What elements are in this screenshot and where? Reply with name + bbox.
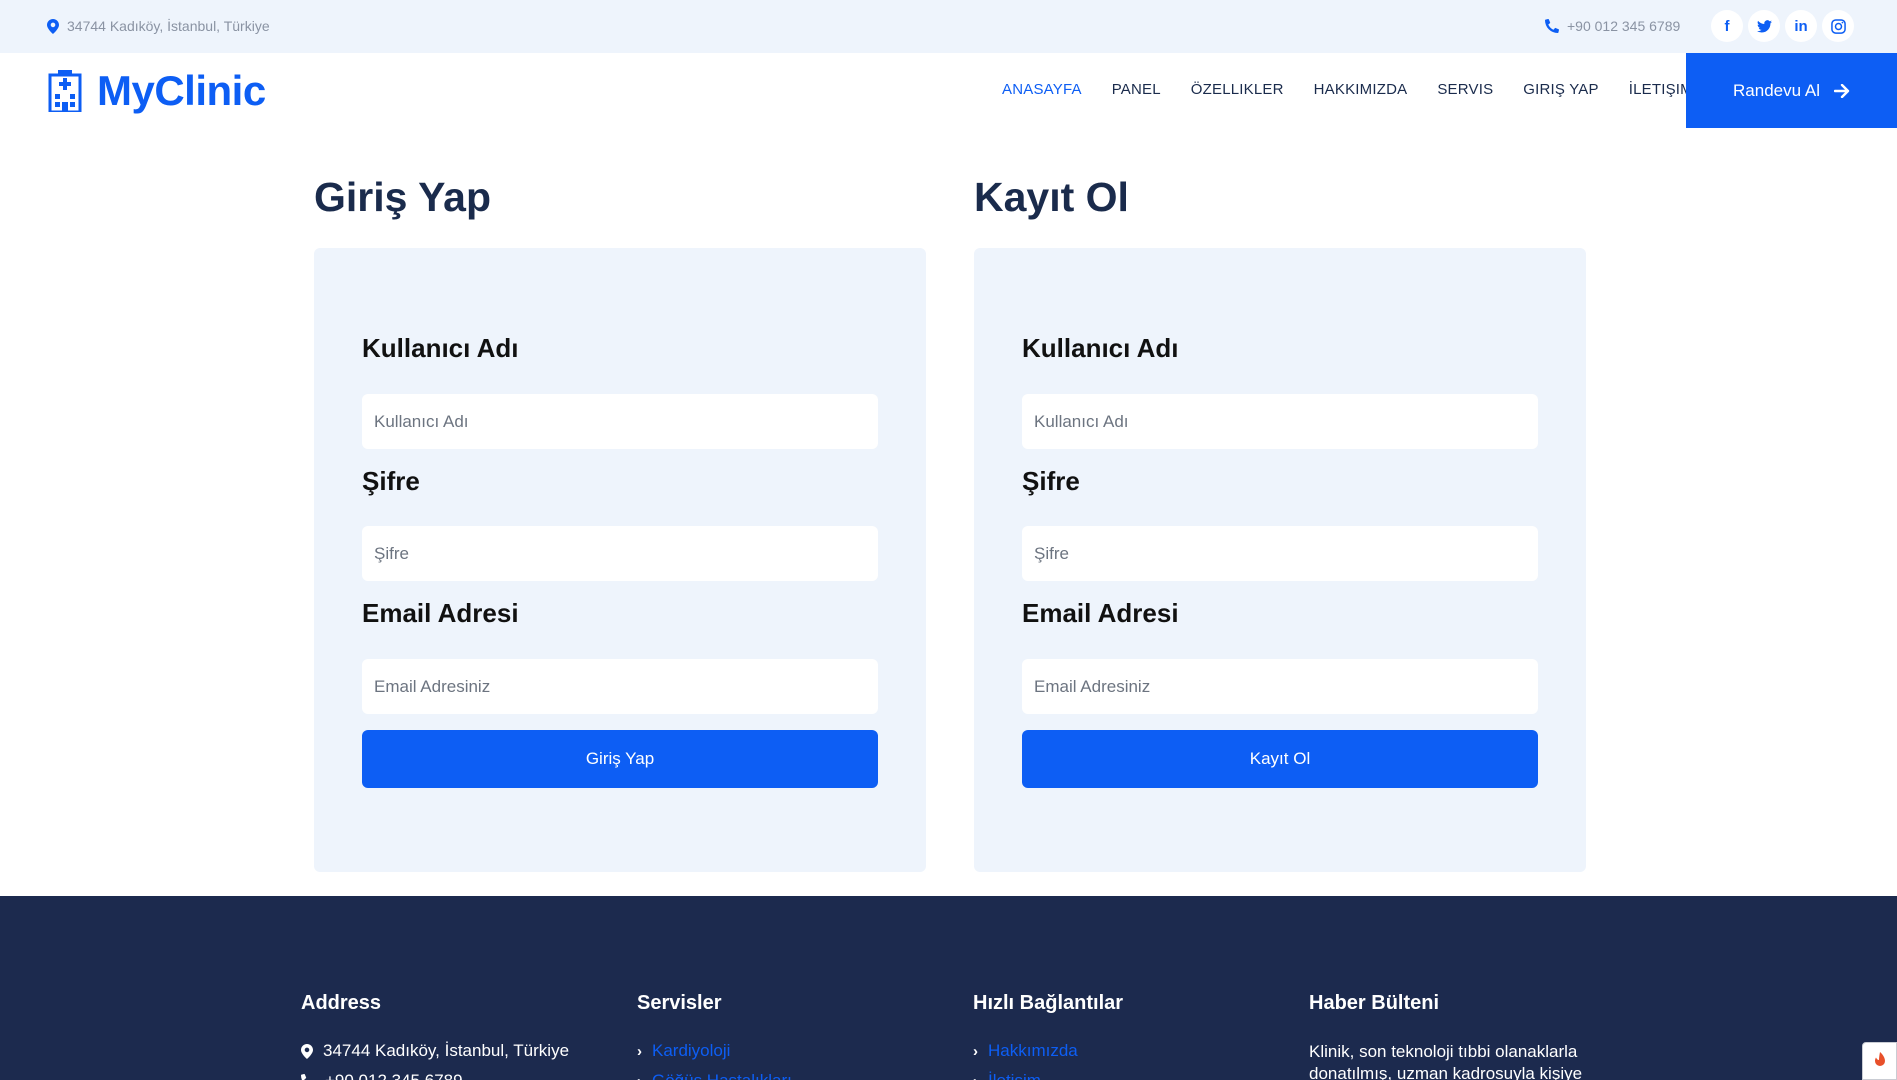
social-links: f in [1711, 10, 1854, 42]
chevron-right-icon: › [973, 1073, 978, 1080]
footer-newsletter-title: Haber Bülteni [1309, 992, 1440, 1014]
hospital-icon [48, 70, 82, 112]
appointment-button-label: Randevu Al [1733, 80, 1820, 100]
appointment-button[interactable]: Randevu Al [1686, 53, 1897, 128]
twitter-icon[interactable] [1748, 10, 1780, 42]
top-address: 34744 Kadıköy, İstanbul, Türkiye [47, 18, 270, 34]
register-password-input[interactable]: Şifre [1022, 526, 1538, 581]
phone-icon [301, 1074, 307, 1080]
footer-service-link[interactable]: › Kardiyoloji [637, 1041, 792, 1061]
register-submit-button[interactable]: Kayıt Ol [1022, 730, 1538, 788]
logo-text: MyClinic [97, 67, 266, 114]
footer-phone: +90 012 345 6789 [301, 1071, 569, 1080]
footer-newsletter-text: Klinik, son teknoloji tıbbi olanaklarla … [1309, 1042, 1583, 1080]
register-title: Kayıt Ol [974, 174, 1129, 220]
register-email-label: Email Adresi [1022, 598, 1179, 628]
chevron-right-icon: › [637, 1042, 642, 1060]
footer-service-label: Kardiyoloji [652, 1041, 731, 1060]
login-title: Giriş Yap [314, 174, 492, 220]
register-email-input[interactable]: Email Adresiniz [1022, 659, 1538, 714]
main-nav: MyClinic ANASAYFA PANEL ÖZELLIKLER HAKKI… [0, 53, 1897, 128]
footer-service-label: Göğüs Hastalıkları [652, 1071, 792, 1080]
phone-icon [1545, 19, 1559, 33]
flame-icon[interactable] [1862, 1042, 1897, 1080]
footer-quick-link[interactable]: › Hakkımızda [973, 1041, 1123, 1061]
footer-address: 34744 Kadıköy, İstanbul, Türkiye [301, 1041, 569, 1061]
nav-item-hakkimizda[interactable]: HAKKIMIZDA [1314, 81, 1408, 98]
footer-quick-link-label: İletişim [988, 1071, 1041, 1080]
footer-newsletter-column: Haber Bülteni Klinik, son teknoloji tıbb… [1309, 992, 1599, 1080]
top-phone-text: +90 012 345 6789 [1567, 18, 1681, 34]
footer-links-column: Hızlı Bağlantılar › Hakkımızda › İletişi… [973, 992, 1123, 1080]
register-card: Kullanıcı Adı Kullanıcı Adı Şifre Şifre … [974, 248, 1586, 872]
register-username-label: Kullanıcı Adı [1022, 333, 1179, 363]
footer-service-link[interactable]: › Göğüs Hastalıkları [637, 1071, 792, 1080]
login-submit-button[interactable]: Giriş Yap [362, 730, 878, 788]
nav-item-servis[interactable]: SERVIS [1437, 81, 1493, 98]
chevron-right-icon: › [637, 1073, 642, 1080]
nav-menu: ANASAYFA PANEL ÖZELLIKLER HAKKIMIZDA SER… [1002, 81, 1723, 98]
location-pin-icon [301, 1043, 313, 1059]
nav-item-anasayfa[interactable]: ANASAYFA [1002, 81, 1082, 98]
footer-address-column: Address 34744 Kadıköy, İstanbul, Türkiye… [301, 992, 569, 1080]
logo[interactable]: MyClinic [47, 67, 266, 115]
footer-quick-link-label: Hakkımızda [988, 1041, 1078, 1060]
nav-item-iletisim[interactable]: İLETIŞIM [1629, 81, 1693, 98]
login-card: Kullanıcı Adı Kullanıcı Adı Şifre Şifre … [314, 248, 926, 872]
location-pin-icon [47, 18, 59, 34]
instagram-icon[interactable] [1822, 10, 1854, 42]
linkedin-icon[interactable]: in [1785, 10, 1817, 42]
chevron-right-icon: › [973, 1042, 978, 1060]
footer-services-title: Servisler [637, 992, 722, 1014]
register-password-label: Şifre [1022, 466, 1080, 496]
footer: Address 34744 Kadıköy, İstanbul, Türkiye… [0, 896, 1897, 1080]
footer-links-title: Hızlı Bağlantılar [973, 992, 1124, 1014]
top-address-text: 34744 Kadıköy, İstanbul, Türkiye [67, 18, 270, 34]
login-email-input[interactable]: Email Adresiniz [362, 659, 878, 714]
footer-services-column: Servisler › Kardiyoloji › Göğüs Hastalık… [637, 992, 792, 1080]
login-email-label: Email Adresi [362, 598, 519, 628]
footer-address-title: Address [301, 992, 382, 1014]
footer-quick-link[interactable]: › İletişim [973, 1071, 1123, 1080]
facebook-icon[interactable]: f [1711, 10, 1743, 42]
login-password-input[interactable]: Şifre [362, 526, 878, 581]
footer-address-text: 34744 Kadıköy, İstanbul, Türkiye [323, 1041, 570, 1060]
register-username-input[interactable]: Kullanıcı Adı [1022, 394, 1538, 449]
nav-item-ozellikler[interactable]: ÖZELLIKLER [1191, 81, 1284, 98]
nav-item-giris-yap[interactable]: GIRIŞ YAP [1523, 81, 1598, 98]
footer-phone-text: +90 012 345 6789 [325, 1071, 463, 1080]
login-password-label: Şifre [362, 466, 420, 496]
login-username-label: Kullanıcı Adı [362, 333, 519, 363]
login-username-input[interactable]: Kullanıcı Adı [362, 394, 878, 449]
top-phone: +90 012 345 6789 [1545, 18, 1680, 34]
top-bar: 34744 Kadıköy, İstanbul, Türkiye +90 012… [0, 0, 1897, 53]
nav-item-panel[interactable]: PANEL [1112, 81, 1161, 98]
arrow-right-icon [1833, 83, 1850, 98]
